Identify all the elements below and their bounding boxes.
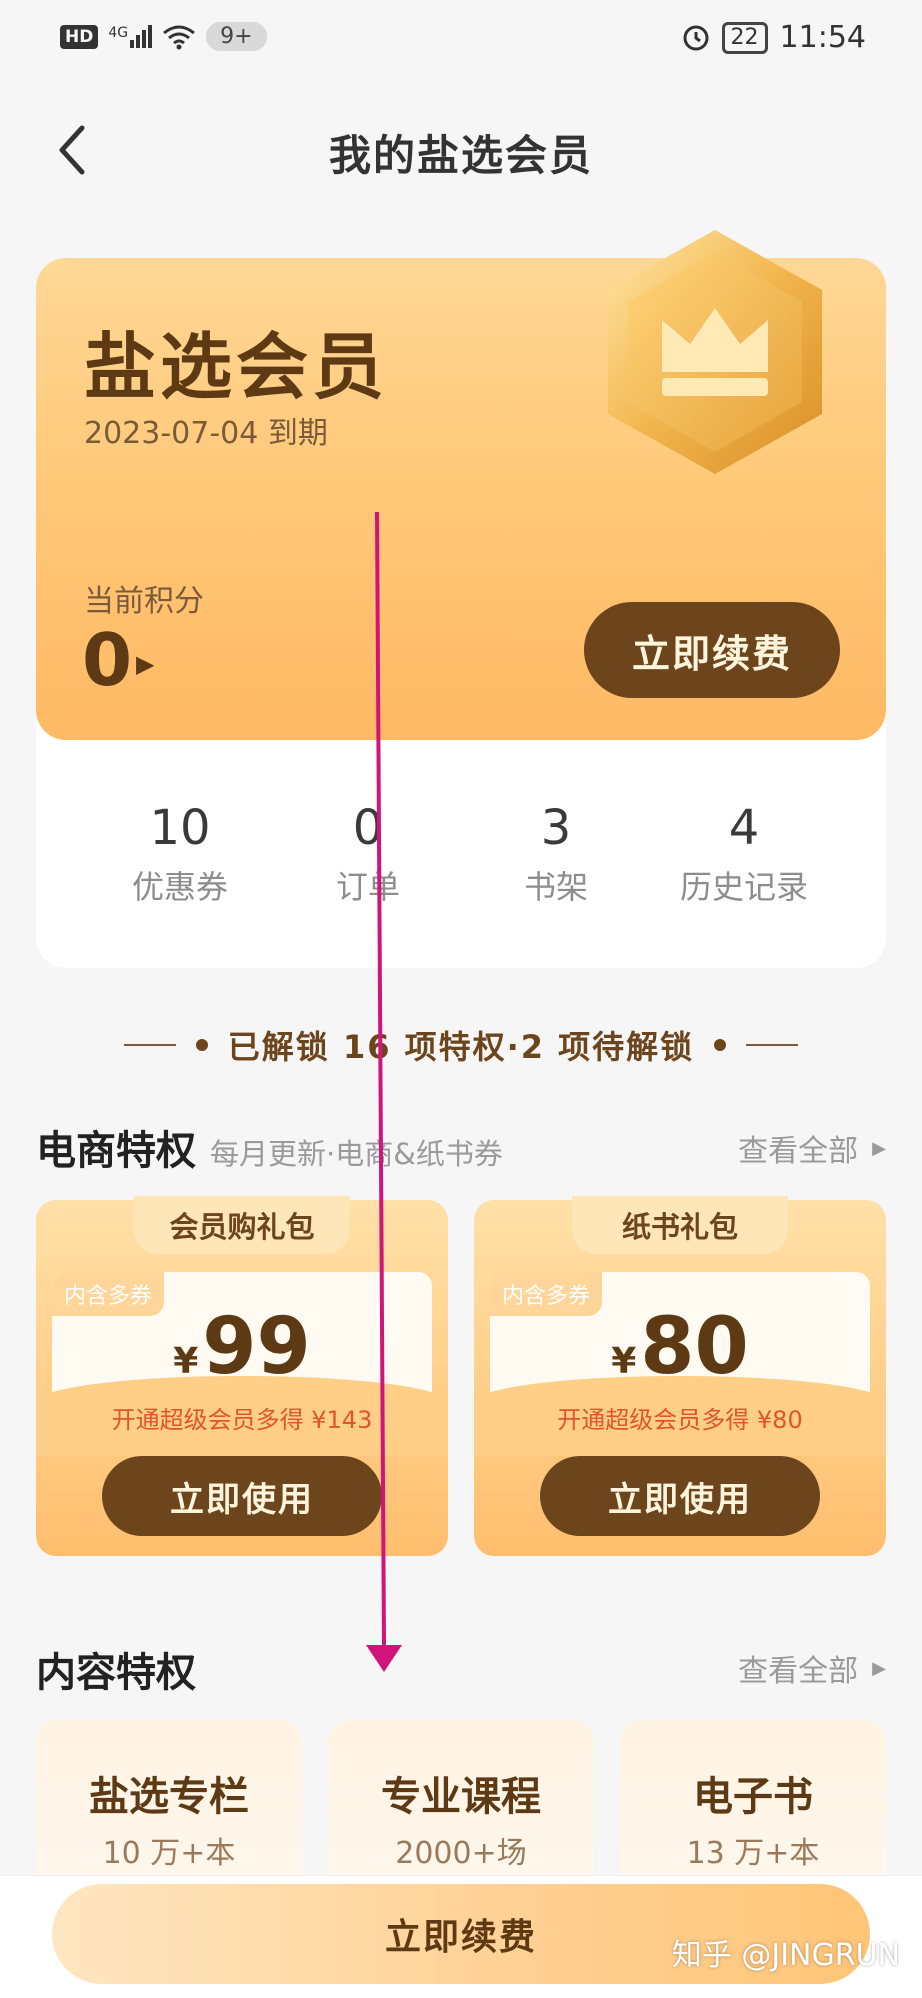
triangle-right-icon: ▶ (872, 1137, 886, 1159)
stat-history[interactable]: 4 历史记录 (650, 800, 838, 908)
wifi-icon (163, 25, 196, 49)
member-title: 盐选会员 (84, 325, 389, 409)
coupon-tab: 纸书礼包 (572, 1196, 788, 1254)
stat-value: 0 (352, 800, 384, 856)
notification-badge: 9+ (206, 22, 267, 51)
coupon-tab: 会员购礼包 (134, 1196, 350, 1254)
coupon-note: 开通超级会员多得 ¥80 (557, 1406, 803, 1434)
view-all-label: 查看全部 (738, 1654, 859, 1689)
unlock-summary: 已解锁 16 项特权·2 项待解锁 (0, 1022, 922, 1068)
coupon-note: 开通超级会员多得 ¥143 (111, 1406, 373, 1434)
use-now-button[interactable]: 立即使用 (540, 1456, 820, 1536)
stat-coupons[interactable]: 10 优惠券 (86, 800, 274, 908)
member-expiry: 2023-07-04 到期 (84, 416, 328, 451)
content-card-sub: 13 万+本 (686, 1836, 820, 1871)
divider (123, 1044, 176, 1046)
view-all-link[interactable]: 查看全部 ▶ (738, 1126, 886, 1170)
watermark: 知乎 @JINGRUN (671, 1938, 900, 1973)
section-title: 内容特权 (36, 1650, 196, 1696)
divider (746, 1044, 799, 1046)
battery-icon: 22 (721, 21, 768, 54)
stat-label: 订单 (335, 868, 400, 906)
status-right: 22 11:54 (682, 20, 866, 55)
stat-value: 4 (728, 800, 760, 856)
stat-bookshelf[interactable]: 3 书架 (462, 800, 650, 908)
section-title: 电商特权 (36, 1128, 196, 1174)
stat-label: 历史记录 (679, 868, 808, 906)
clock: 11:54 (779, 20, 866, 55)
unlock-summary-text: 已解锁 16 项特权·2 项待解锁 (227, 1028, 695, 1066)
stats-row: 10 优惠券 0 订单 3 书架 4 历史记录 (36, 800, 886, 908)
stat-orders[interactable]: 0 订单 (274, 800, 462, 908)
points-value[interactable]: 0 (82, 618, 132, 702)
content-card-title: 盐选专栏 (89, 1774, 249, 1820)
network-label: 4G (108, 25, 129, 41)
points-label: 当前积分 (84, 584, 204, 619)
hd-icon: HD (60, 24, 99, 49)
ecommerce-header: 电商特权 每月更新·电商&纸书券 (36, 1118, 503, 1176)
triangle-right-icon: ▶ (872, 1657, 886, 1679)
view-all-link[interactable]: 查看全部 ▶ (738, 1646, 886, 1690)
content-card-sub: 2000+场 (395, 1836, 527, 1871)
dot-icon (195, 1039, 208, 1051)
status-left: HD 4G 9+ (60, 22, 267, 51)
dot-icon (714, 1039, 727, 1051)
status-bar: HD 4G 9+ 22 11:54 (0, 0, 922, 80)
content-card-title: 专业课程 (381, 1774, 541, 1820)
content-card-title: 电子书 (693, 1774, 813, 1820)
crown-icon (608, 230, 822, 474)
alarm-icon (683, 25, 709, 50)
annotation-arrow-head (366, 1645, 402, 1672)
stat-label: 优惠券 (131, 868, 228, 906)
stat-value: 10 (149, 800, 211, 856)
renew-button[interactable]: 立即续费 (584, 602, 840, 698)
view-all-label: 查看全部 (738, 1134, 859, 1169)
content-card-sub: 10 万+本 (102, 1836, 236, 1871)
signal-icon: 4G (108, 25, 153, 48)
stat-value: 3 (540, 800, 572, 856)
coupon-card[interactable]: 内含多券 ¥99 开通超级会员多得 ¥143 会员购礼包 立即使用 (36, 1196, 448, 1556)
use-now-button[interactable]: 立即使用 (102, 1456, 382, 1536)
coupon-card[interactable]: 内含多券 ¥80 开通超级会员多得 ¥80 纸书礼包 立即使用 (474, 1196, 886, 1556)
page-title: 我的盐选会员 (328, 131, 593, 180)
triangle-right-icon[interactable]: ▶ (136, 650, 154, 678)
section-subtitle: 每月更新·电商&纸书券 (210, 1137, 503, 1171)
stat-label: 书架 (523, 868, 588, 906)
